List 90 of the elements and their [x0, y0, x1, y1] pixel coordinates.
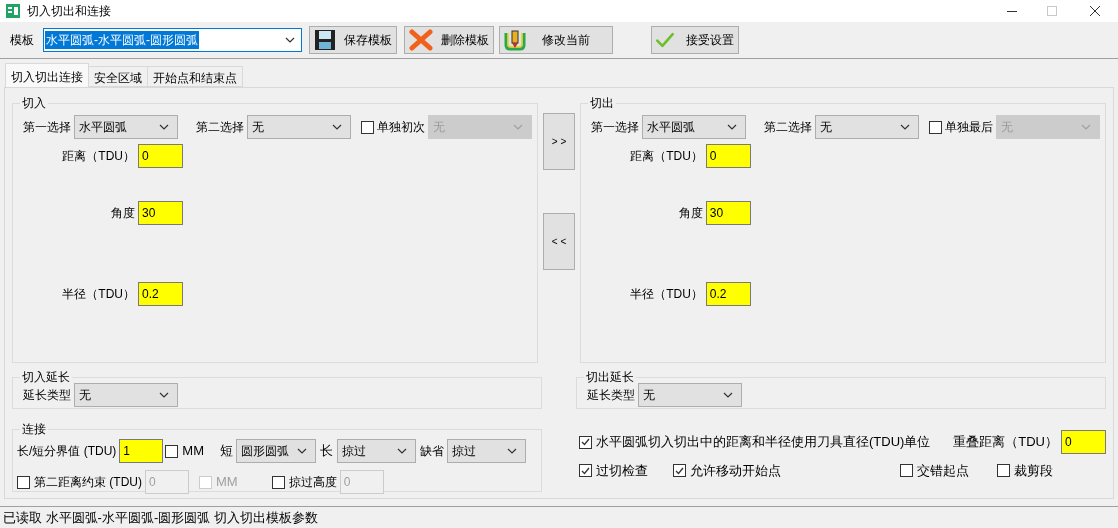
input-field[interactable]: 0.2	[705, 282, 751, 306]
label: 交错起点	[917, 462, 969, 480]
label: 延长类型	[23, 387, 71, 404]
label: 第二选择	[763, 119, 812, 136]
label: 距离（TDU）	[630, 148, 703, 165]
label: 半径（TDU）	[630, 286, 703, 303]
input-field[interactable]: 1	[119, 439, 164, 463]
caret-icon	[726, 124, 737, 130]
caret-icon	[297, 448, 307, 454]
minimize-icon	[1007, 10, 1017, 12]
caret-icon	[513, 124, 523, 130]
dropdown[interactable]: 无	[74, 383, 178, 407]
label: MM	[216, 473, 238, 492]
caret-icon	[507, 448, 517, 454]
toolbar-button[interactable]: 接受设置	[651, 26, 739, 54]
toolbar-button[interactable]: 修改当前	[499, 26, 613, 54]
checkbox[interactable]	[900, 464, 913, 478]
input-field[interactable]: 30	[138, 201, 183, 225]
label: 重叠距离（TDU）	[953, 433, 1058, 452]
delete-icon	[409, 29, 433, 51]
dropdown[interactable]: 水平圆弧	[74, 115, 178, 139]
transfer-button[interactable]: > >	[543, 113, 575, 170]
close-icon	[1090, 6, 1100, 16]
caret-icon	[899, 124, 910, 130]
label: 模板	[10, 32, 34, 49]
maximize-icon	[1047, 6, 1057, 16]
label: 长	[320, 442, 333, 461]
check-icon	[581, 466, 590, 475]
caret-icon	[332, 124, 342, 130]
check-icon	[581, 438, 590, 446]
label: 已读取 水平圆弧-水平圆弧-圆形圆弧 切入切出模板参数	[3, 508, 318, 527]
label: 角度	[678, 205, 703, 222]
dropdown[interactable]: 无	[814, 115, 919, 139]
tab[interactable]: 开始点和结束点	[148, 66, 243, 87]
label: 长/短分界值 (TDU)	[17, 443, 117, 460]
group-title: 切出延长	[585, 369, 635, 386]
input-field[interactable]: 30	[705, 201, 751, 225]
input-field[interactable]: 0.2	[138, 282, 183, 306]
input-field[interactable]: 0	[138, 144, 183, 168]
caret-icon	[159, 124, 169, 130]
checkbox[interactable]	[579, 464, 592, 478]
template-dropdown[interactable]: 水平圆弧-水平圆弧-圆形圆弧	[43, 28, 302, 52]
tool-icon	[504, 29, 526, 51]
group-title: 切出	[588, 95, 615, 112]
checkbox[interactable]	[165, 444, 179, 458]
check-icon	[675, 466, 684, 475]
dropdown[interactable]: 掠过	[337, 439, 416, 463]
label: 第一选择	[23, 119, 71, 136]
label: 单独初次	[377, 119, 425, 136]
label: 水平圆弧切入切出中的距离和半径使用刀具直径(TDU)单位	[596, 433, 931, 452]
label: 角度	[111, 205, 135, 222]
caret-icon	[1080, 124, 1091, 130]
dropdown[interactable]: 无	[247, 115, 351, 139]
label: 允许移动开始点	[690, 462, 781, 480]
checkbox[interactable]	[579, 435, 592, 449]
window-title: 切入切出和连接	[27, 3, 111, 20]
transfer-button[interactable]: < <	[543, 213, 575, 270]
caret-icon	[723, 392, 733, 398]
label: 掠过高度	[288, 474, 337, 491]
label: 距离（TDU）	[62, 148, 135, 165]
group-title: 切入	[21, 95, 47, 112]
caret-icon	[397, 448, 407, 454]
dropdown[interactable]: 水平圆弧	[641, 115, 746, 139]
group-title: 切入延长	[21, 369, 71, 386]
checkbox[interactable]	[997, 464, 1010, 478]
label: 单独最后	[944, 119, 993, 136]
label: 短	[220, 442, 233, 461]
caret-icon	[159, 392, 169, 398]
label: 第二距离约束 (TDU)	[34, 474, 142, 491]
caret-icon	[285, 37, 295, 43]
label: 半径（TDU）	[62, 286, 135, 303]
label: 过切检查	[596, 462, 648, 480]
dropdown[interactable]: 掠过	[447, 439, 526, 463]
input-field[interactable]: 0	[705, 144, 751, 168]
toolbar-button[interactable]: 保存模板	[309, 26, 397, 54]
tab[interactable]: 安全区域	[89, 66, 148, 87]
label: 缺省	[420, 443, 444, 460]
checkbox[interactable]	[673, 464, 686, 478]
label: 第二选择	[196, 119, 244, 136]
dropdown[interactable]: 圆形圆弧	[236, 439, 316, 463]
app-icon	[5, 3, 21, 19]
dropdown[interactable]: 无	[638, 383, 742, 407]
label: 第一选择	[590, 119, 639, 136]
group-title: 连接	[21, 421, 47, 438]
tab[interactable]: 切入切出连接	[5, 63, 89, 87]
label: 裁剪段	[1014, 462, 1053, 480]
toolbar-button[interactable]: 删除模板	[404, 26, 494, 54]
input-field[interactable]: 0	[1061, 430, 1106, 454]
label: 延长类型	[587, 387, 635, 404]
label: MM	[182, 442, 204, 461]
